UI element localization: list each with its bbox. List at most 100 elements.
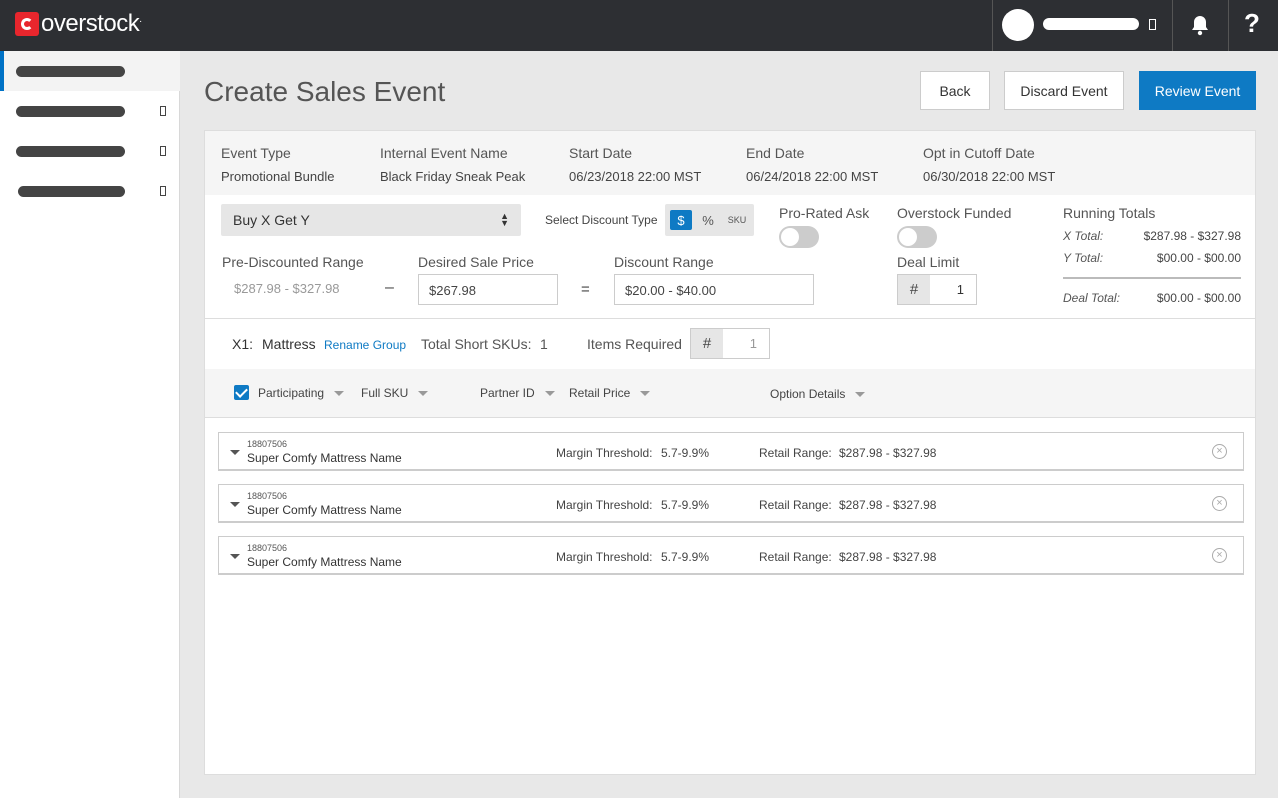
retail-value: $287.98 - $327.98 [839, 498, 937, 512]
column-retail-price[interactable]: Retail Price [569, 386, 651, 400]
expand-row-icon[interactable] [230, 450, 240, 455]
chevron-down-icon [334, 391, 345, 397]
user-name-placeholder[interactable] [1043, 18, 1139, 30]
expand-icon[interactable] [160, 106, 166, 116]
sidebar-item-label-placeholder [16, 106, 125, 117]
discount-range-input[interactable]: $20.00 - $40.00 [614, 274, 814, 305]
cutoff-date-label: Opt in Cutoff Date [923, 145, 1035, 161]
rename-group-link[interactable]: Rename Group [324, 338, 406, 352]
avatar[interactable] [1002, 9, 1034, 41]
group-name: Mattress [262, 336, 316, 352]
deal-limit-value: 1 [956, 282, 964, 297]
deal-limit-label: Deal Limit [897, 254, 960, 270]
divider [1228, 0, 1229, 51]
y-total-value: $00.00 - $00.00 [1156, 251, 1241, 265]
x-total-label: X Total: [1063, 229, 1104, 243]
pro-rated-label: Pro-Rated Ask [779, 205, 870, 221]
divider [1172, 0, 1173, 51]
expand-icon[interactable] [160, 146, 166, 156]
desired-sale-price-input[interactable]: $267.98 [418, 274, 558, 305]
logo-icon [15, 12, 39, 36]
page-title: Create Sales Event [204, 76, 446, 107]
event-type-label: Event Type [221, 145, 291, 161]
logo-text: overstock. [41, 10, 142, 37]
items-required-input[interactable]: # 1 [690, 328, 770, 359]
overstock-funded-label: Overstock Funded [897, 205, 1012, 221]
row-sku: 18807506 [247, 543, 288, 553]
back-button[interactable]: Back [920, 71, 990, 110]
overstock-funded-toggle[interactable] [897, 226, 937, 248]
expand-icon[interactable] [160, 186, 166, 196]
sidebar [0, 51, 180, 798]
user-menu-icon[interactable] [1149, 19, 1156, 30]
margin-value: 5.7-9.9% [661, 498, 710, 512]
remove-row-icon[interactable]: × [1212, 548, 1227, 563]
expand-row-icon[interactable] [230, 554, 240, 559]
row-sku: 18807506 [247, 491, 288, 501]
sidebar-item-2[interactable] [0, 91, 180, 131]
sidebar-item-label-placeholder [16, 66, 125, 77]
expand-row-icon[interactable] [230, 502, 240, 507]
hash-icon: # [898, 275, 930, 304]
desired-sale-price-label: Desired Sale Price [418, 254, 534, 270]
minus-sign: – [385, 279, 394, 296]
table-row[interactable]: 18807506 Super Comfy Mattress Name Margi… [218, 536, 1244, 575]
table-header: Participating Full SKU Partner ID Retail… [205, 369, 1255, 418]
discard-event-button[interactable]: Discard Event [1004, 71, 1124, 110]
chevron-down-icon [418, 391, 429, 397]
event-type-value: Promotional Bundle [221, 169, 335, 184]
row-name: Super Comfy Mattress Name [247, 555, 402, 569]
retail-value: $287.98 - $327.98 [839, 550, 937, 564]
items-required-label: Items Required [587, 336, 682, 352]
margin-label: Margin Threshold: [556, 498, 653, 512]
end-date-label: End Date [746, 145, 805, 161]
sidebar-item-label-placeholder [16, 146, 125, 157]
group-prefix: X1: [232, 336, 254, 352]
column-participating[interactable]: Participating [258, 386, 345, 400]
items-required-value: 1 [749, 336, 757, 351]
event-name-value: Black Friday Sneak Peak [380, 169, 526, 184]
select-arrows-icon: ▲ ▼ [500, 211, 509, 228]
retail-label: Retail Range: [759, 550, 832, 564]
discount-dollar-option[interactable]: $ [670, 210, 692, 230]
y-total-label: Y Total: [1063, 251, 1104, 265]
column-option-details[interactable]: Option Details [770, 387, 866, 401]
group-bar: X1: Mattress Rename Group Total Short SK… [205, 319, 1255, 369]
participating-checkbox[interactable] [234, 385, 249, 400]
deal-type-value: Buy X Get Y [233, 212, 310, 228]
remove-row-icon[interactable]: × [1212, 444, 1227, 459]
table-row[interactable]: 18807506 Super Comfy Mattress Name Margi… [218, 484, 1244, 523]
margin-label: Margin Threshold: [556, 446, 653, 460]
column-full-sku[interactable]: Full SKU [361, 386, 429, 400]
pro-rated-toggle[interactable] [779, 226, 819, 248]
column-partner-id[interactable]: Partner ID [480, 386, 555, 400]
equals-sign: = [581, 281, 590, 298]
pre-discounted-label: Pre-Discounted Range [222, 254, 364, 270]
help-icon[interactable]: ? [1244, 8, 1260, 39]
running-totals-title: Running Totals [1063, 205, 1156, 221]
retail-label: Retail Range: [759, 446, 832, 460]
chevron-down-icon [544, 391, 555, 397]
sidebar-item-4[interactable] [0, 171, 180, 211]
top-bar: overstock. ? [0, 0, 1278, 51]
sidebar-item-1[interactable] [0, 51, 180, 91]
deal-limit-input[interactable]: # 1 [897, 274, 977, 305]
row-sku: 18807506 [247, 439, 288, 449]
deal-type-select[interactable]: Buy X Get Y ▲ ▼ [221, 204, 521, 236]
totals-divider [1063, 277, 1241, 279]
margin-value: 5.7-9.9% [661, 550, 710, 564]
table-row[interactable]: 18807506 Super Comfy Mattress Name Margi… [218, 432, 1244, 471]
discount-percent-option[interactable]: % [697, 210, 719, 230]
review-event-button[interactable]: Review Event [1139, 71, 1256, 110]
discount-sku-option[interactable]: SKU [723, 210, 751, 230]
logo[interactable]: overstock. [15, 10, 142, 38]
remove-row-icon[interactable]: × [1212, 496, 1227, 511]
margin-value: 5.7-9.9% [661, 446, 710, 460]
short-skus-label: Total Short SKUs: [421, 336, 532, 352]
divider [992, 0, 993, 51]
bell-icon[interactable] [1188, 13, 1212, 37]
start-date-label: Start Date [569, 145, 633, 161]
row-name: Super Comfy Mattress Name [247, 503, 402, 517]
retail-label: Retail Range: [759, 498, 832, 512]
sidebar-item-3[interactable] [0, 131, 180, 171]
